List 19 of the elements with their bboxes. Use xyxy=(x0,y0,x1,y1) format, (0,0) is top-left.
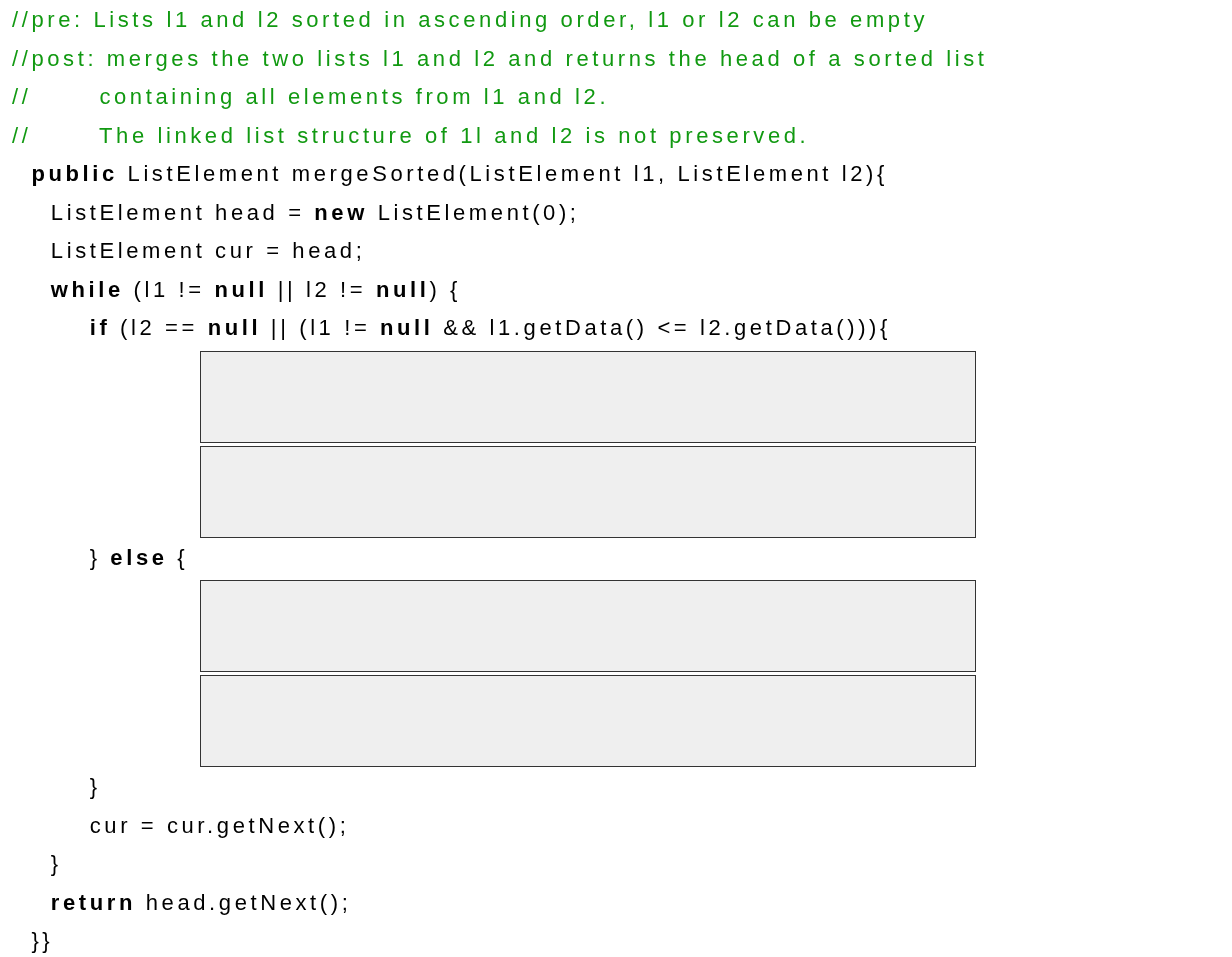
code-line: public ListElement mergeSorted(ListElement l1, ListElement l2){ xyxy=(30,160,888,188)
answer-box[interactable] xyxy=(200,350,976,443)
code-line: return head.getNext(); xyxy=(49,888,352,917)
code-comment: //post: merges the two lists l1 and l2 and returns the head of a sorted list xyxy=(12,44,988,73)
code-comment: // containing all elements from l1 and l2. xyxy=(12,83,610,111)
code-line: while (l1 != null || l2 != null) { xyxy=(49,275,461,304)
code-line: ListElement head = new ListElement(0); xyxy=(49,198,580,227)
code-line: }} xyxy=(30,927,54,955)
answer-box[interactable] xyxy=(200,445,976,538)
answer-box[interactable] xyxy=(200,675,976,767)
code-line: } xyxy=(88,773,101,801)
code-line: if (l2 == null || (l1 != null && l1.getData() <= l2.getData())){ xyxy=(88,314,891,342)
code-line: ListElement cur = head; xyxy=(49,237,366,265)
code-comment: //pre: Lists l1 and l2 sorted in ascending order, l1 or l2 can be empty xyxy=(12,6,928,34)
code-line: cur = cur.getNext(); xyxy=(88,811,350,840)
code-line: } else { xyxy=(88,543,189,572)
code-line: } xyxy=(49,850,62,878)
code-comment: // The linked list structure of 1l and l2 is not preserved. xyxy=(12,121,810,150)
answer-box[interactable] xyxy=(200,580,976,672)
